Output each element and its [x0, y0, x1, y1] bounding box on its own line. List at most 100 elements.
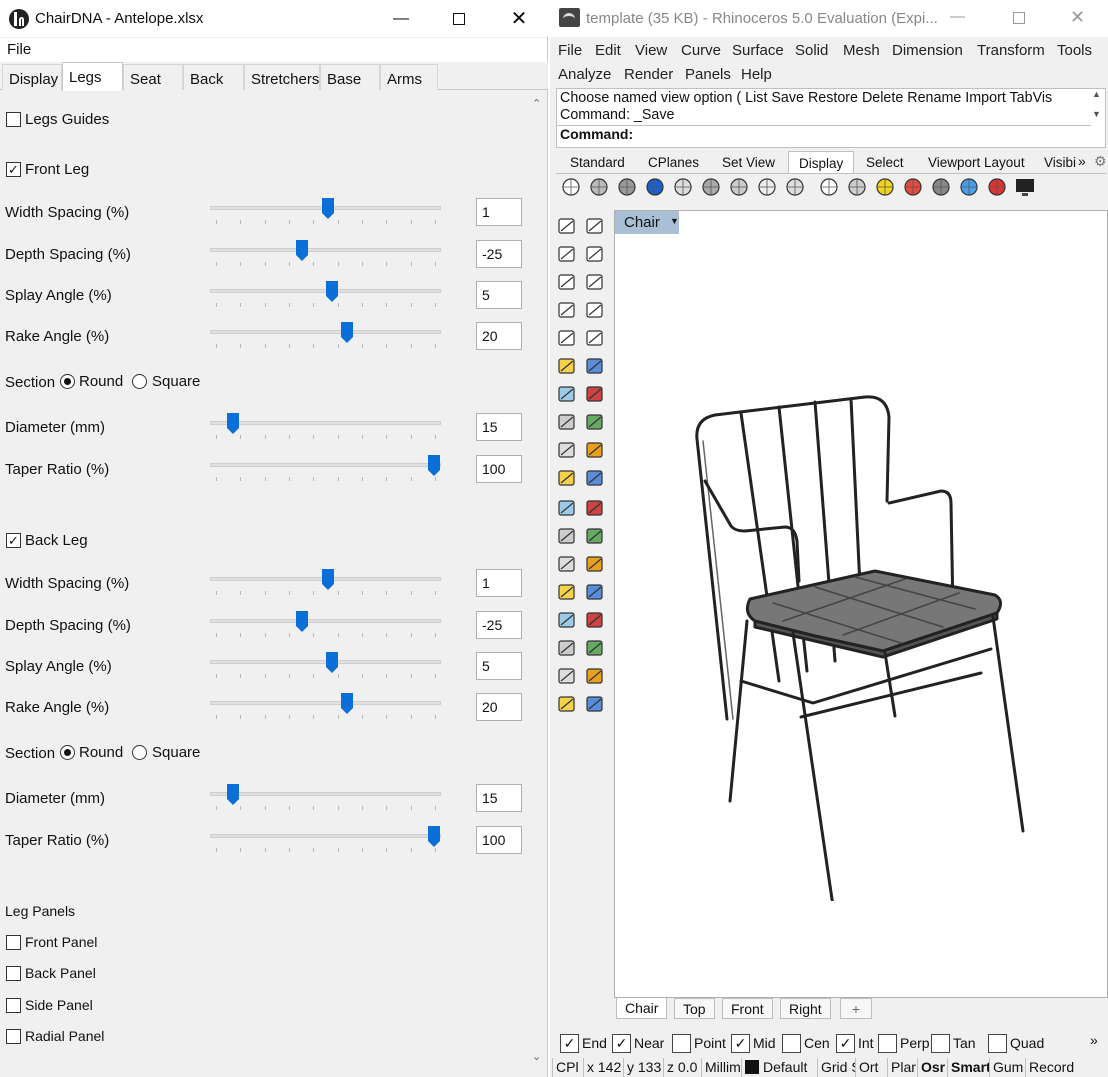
front-taper-ratio-slider-track[interactable] — [210, 463, 441, 467]
front-rake-angle-input[interactable]: 20 — [476, 322, 522, 350]
tab-arms[interactable]: Arms — [380, 64, 438, 90]
status-item-3[interactable]: z 0.0 — [663, 1058, 701, 1077]
polyline-icon[interactable] — [556, 243, 578, 265]
tb-tab-visibility[interactable]: Visibi — [1044, 155, 1082, 170]
back-rake-angle-slider-thumb[interactable] — [341, 693, 354, 714]
sun-icon[interactable] — [874, 176, 896, 198]
ghosted-icon[interactable] — [644, 176, 666, 198]
explode-icon[interactable] — [556, 439, 578, 461]
sphere-icon[interactable] — [584, 383, 606, 405]
polygon-icon[interactable] — [556, 299, 578, 321]
rhino-menu-solid[interactable]: Solid — [795, 42, 828, 59]
tb-tab-standard[interactable]: Standard — [570, 155, 625, 170]
front-depth-spacing-input[interactable]: -25 — [476, 240, 522, 268]
osnap-perp-checkbox[interactable] — [878, 1033, 897, 1053]
rendered-icon[interactable] — [616, 176, 638, 198]
tab-stretchers[interactable]: Stretchers — [244, 64, 320, 90]
back-taper-ratio-slider-thumb[interactable] — [428, 826, 440, 847]
rhino-menu-render[interactable]: Render — [624, 66, 673, 83]
grid-icon[interactable] — [556, 637, 578, 659]
menu-file[interactable]: File — [7, 41, 31, 58]
rhino-menu-tools[interactable]: Tools — [1057, 42, 1092, 59]
scale-icon[interactable] — [584, 525, 606, 547]
osnap-mid-checkbox[interactable]: ✓ — [731, 1033, 750, 1053]
front-depth-spacing-slider-track[interactable] — [210, 248, 441, 252]
front-splay-angle-slider-thumb[interactable] — [326, 281, 339, 302]
toolbar-gear-icon[interactable]: ⚙ — [1094, 153, 1107, 170]
front-rake-angle-slider-track[interactable] — [210, 330, 441, 334]
layer-icon[interactable] — [556, 693, 578, 715]
viewport-menu-chevron-icon[interactable]: ▼ — [670, 216, 679, 226]
back-rake-angle-slider-track[interactable] — [210, 701, 441, 705]
osnap-point-checkbox[interactable] — [672, 1033, 691, 1053]
texture-icon[interactable] — [584, 609, 606, 631]
tb-tab-cplanes[interactable]: CPlanes — [648, 155, 699, 170]
history-icon[interactable] — [584, 637, 606, 659]
status-item-2[interactable]: y 133 — [623, 1058, 663, 1077]
fillet-icon[interactable] — [584, 327, 606, 349]
status-item-7[interactable]: Ort — [855, 1058, 887, 1077]
rotate-icon[interactable] — [556, 525, 578, 547]
display-mode-icon[interactable] — [784, 176, 806, 198]
trim-icon[interactable] — [556, 467, 578, 489]
osnap-cen[interactable]: Cen — [782, 1032, 830, 1054]
back-rake-angle-input[interactable]: 20 — [476, 693, 522, 721]
split-icon[interactable] — [584, 467, 606, 489]
tab-base[interactable]: Base — [320, 64, 380, 90]
back-diameter-slider-thumb[interactable] — [226, 784, 239, 805]
osnap-point[interactable]: Point — [672, 1032, 726, 1054]
back-leg-checkbox[interactable]: ✓ — [6, 533, 21, 548]
sphere-env-icon[interactable] — [846, 176, 868, 198]
scroll-down-icon[interactable]: ⌄ — [532, 1050, 541, 1063]
osnap-perp[interactable]: Perp — [878, 1032, 930, 1054]
viewport[interactable]: Chair ▼ — [614, 210, 1108, 998]
front-depth-spacing-slider-thumb[interactable] — [295, 240, 308, 261]
osnap-more-icon[interactable]: » — [1090, 1032, 1098, 1048]
rhino-close-button[interactable]: ✕ — [1070, 7, 1085, 28]
osnap-tan[interactable]: Tan — [931, 1032, 976, 1054]
cmd-scroll-down-icon[interactable]: ▼ — [1092, 109, 1101, 119]
surface-edit-icon[interactable] — [584, 355, 606, 377]
front-width-spacing-input[interactable]: 1 — [476, 198, 522, 226]
front-diameter-slider-track[interactable] — [210, 421, 441, 425]
osnap-int-checkbox[interactable]: ✓ — [836, 1033, 855, 1053]
front-square-radio[interactable] — [132, 374, 147, 389]
wireframe-icon[interactable] — [560, 176, 582, 198]
scrollbar[interactable]: ⌃ ⌄ — [528, 93, 547, 1069]
front-width-spacing-slider-thumb[interactable] — [322, 198, 334, 219]
artistic-icon[interactable] — [728, 176, 750, 198]
extrude-icon[interactable] — [556, 411, 578, 433]
tab-back[interactable]: Back — [183, 64, 244, 90]
align-icon[interactable] — [584, 581, 606, 603]
boolean-icon[interactable] — [584, 439, 606, 461]
array-icon[interactable] — [584, 497, 606, 519]
ellipse-icon[interactable] — [584, 271, 606, 293]
rhino-menu-help[interactable]: Help — [741, 66, 772, 83]
check-icon[interactable] — [584, 665, 606, 687]
minimize-button[interactable]: — — [378, 0, 424, 37]
front-splay-angle-input[interactable]: 5 — [476, 281, 522, 309]
analyze-icon[interactable] — [556, 665, 578, 687]
hide-icon[interactable] — [986, 176, 1008, 198]
back-diameter-slider-track[interactable] — [210, 792, 441, 796]
status-item-5[interactable]: Default — [741, 1058, 817, 1077]
tab-display[interactable]: Display — [2, 64, 62, 90]
arc-icon[interactable] — [556, 327, 578, 349]
osnap-near-checkbox[interactable]: ✓ — [612, 1033, 631, 1053]
cmd-scroll-up-icon[interactable]: ▲ — [1092, 89, 1101, 99]
point-icon[interactable] — [584, 215, 606, 237]
transform-icon[interactable] — [958, 176, 980, 198]
front-panel-checkbox[interactable] — [6, 935, 21, 950]
rhino-menu-dimension[interactable]: Dimension — [892, 42, 963, 59]
xray-icon[interactable] — [672, 176, 694, 198]
curve-icon[interactable] — [584, 243, 606, 265]
status-item-9[interactable]: Osr — [917, 1058, 947, 1077]
dimension-icon[interactable] — [584, 553, 606, 575]
transform-icon[interactable] — [556, 581, 578, 603]
vp-tab-front[interactable]: Front — [722, 998, 773, 1019]
status-item-4[interactable]: Millim — [701, 1058, 741, 1077]
tb-tab-select[interactable]: Select — [866, 155, 904, 170]
render-icon[interactable] — [556, 609, 578, 631]
rhino-menu-transform[interactable]: Transform — [977, 42, 1045, 59]
scroll-up-icon[interactable]: ⌃ — [532, 97, 541, 110]
